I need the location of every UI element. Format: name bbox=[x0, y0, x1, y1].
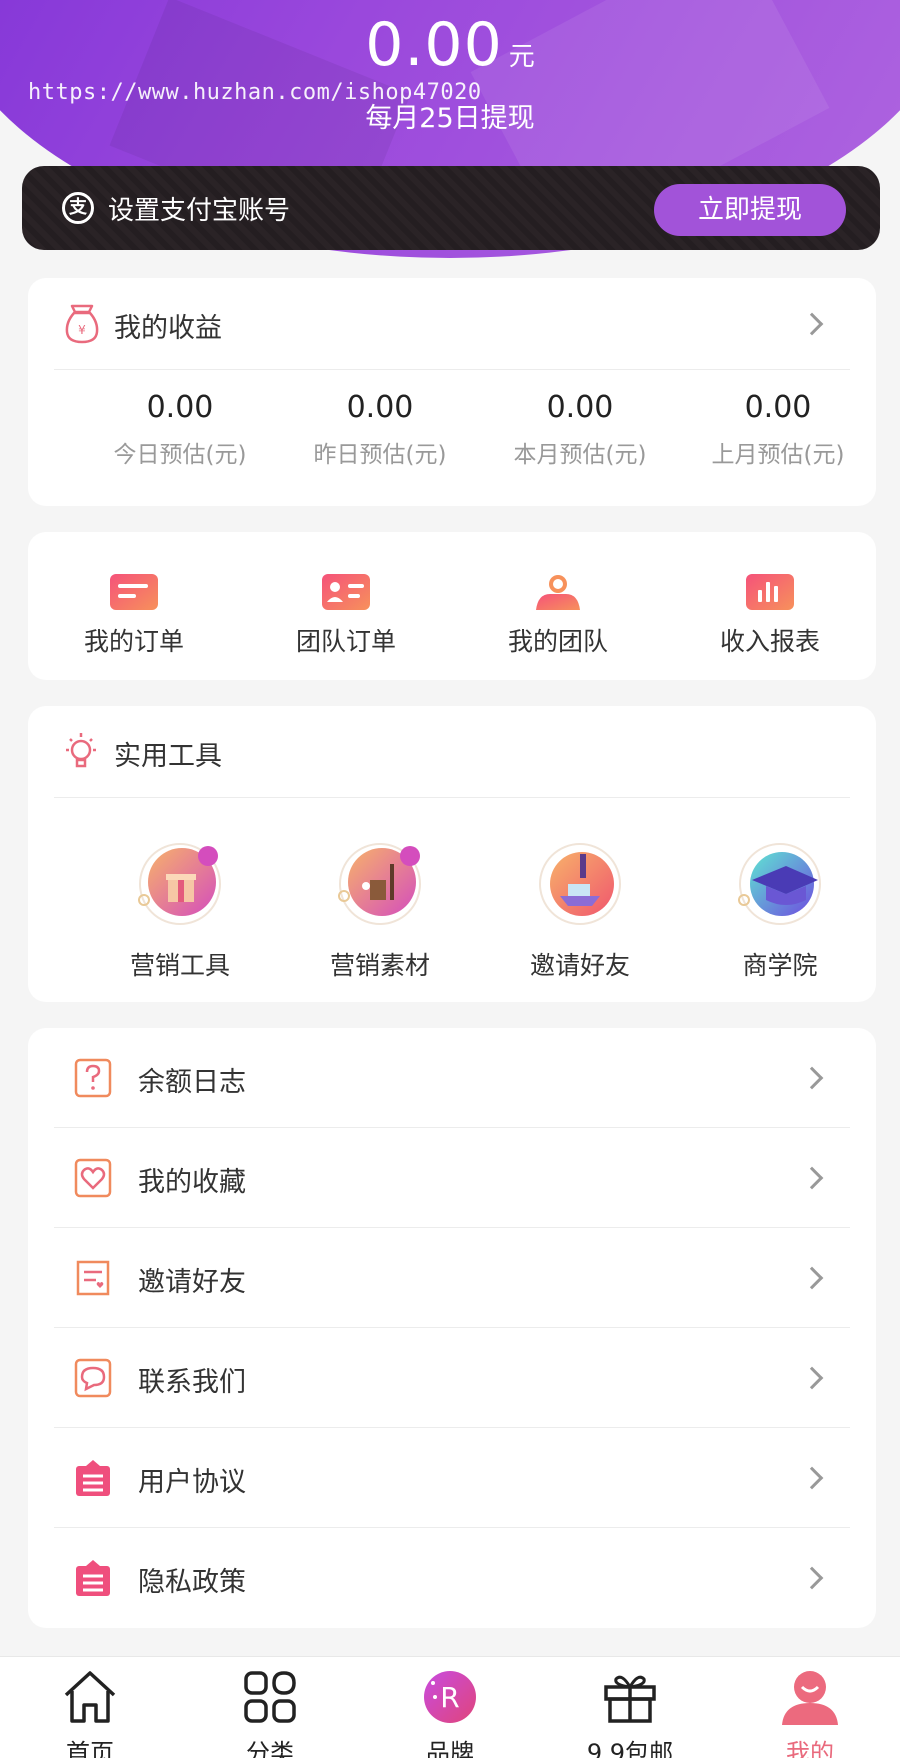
earning-value: 0.00 bbox=[546, 390, 614, 425]
tool-invite-friends[interactable]: 邀请好友 bbox=[480, 834, 680, 982]
chevron-right-icon bbox=[800, 1066, 824, 1090]
lightbulb-icon bbox=[66, 733, 96, 768]
alipay-icon: 支 bbox=[62, 192, 94, 224]
alipay-setup-label: 设置支付宝账号 bbox=[108, 196, 291, 226]
tool-business-school[interactable]: 商学院 bbox=[680, 834, 880, 982]
watermark: https://www.huzhan.com/ishop47020 bbox=[28, 80, 482, 105]
home-icon bbox=[64, 1671, 116, 1723]
earning-label: 昨日预估(元) bbox=[313, 442, 447, 468]
tool-label: 营销素材 bbox=[329, 951, 430, 980]
quick-links-card: 我的订单 团队订单 我的团队 收入报表 bbox=[28, 532, 876, 680]
tab-category[interactable]: 分类 bbox=[180, 1657, 360, 1758]
svg-text:¥: ¥ bbox=[78, 323, 86, 337]
order-icon bbox=[110, 574, 158, 610]
tools-title: 实用工具 bbox=[114, 741, 222, 772]
heart-icon bbox=[74, 1158, 112, 1198]
quick-link-label: 我的订单 bbox=[83, 627, 184, 656]
tool-label: 商学院 bbox=[742, 951, 818, 980]
menu-item-invite-friends[interactable]: 邀请好友 bbox=[54, 1228, 850, 1328]
tab-free-shipping[interactable]: 9.9包邮 bbox=[540, 1657, 720, 1758]
bottom-tab-bar: 首页 分类 R 品牌 9.9包邮 我的 bbox=[0, 1656, 900, 1758]
tab-brand[interactable]: R 品牌 bbox=[360, 1657, 540, 1758]
svg-text:R: R bbox=[440, 1681, 459, 1714]
earnings-card: ¥ 我的收益 0.00 今日预估(元) 0.00 昨日预估(元) 0.00 本月… bbox=[28, 278, 876, 506]
invite-illustration-icon bbox=[539, 843, 621, 925]
menu-item-privacy-policy[interactable]: 隐私政策 bbox=[54, 1528, 850, 1628]
tab-label: 我的 bbox=[786, 1739, 834, 1758]
menu-item-balance-log[interactable]: 余额日志 bbox=[54, 1028, 850, 1128]
balance-unit: 元 bbox=[508, 42, 535, 72]
menu-item-label: 用户协议 bbox=[138, 1467, 246, 1498]
team-icon bbox=[536, 575, 580, 610]
balance-amount: 0.00 bbox=[365, 10, 503, 80]
profile-icon bbox=[782, 1671, 838, 1725]
menu-item-label: 余额日志 bbox=[138, 1067, 246, 1098]
category-icon bbox=[244, 1671, 296, 1723]
gift-illustration-icon bbox=[138, 843, 221, 925]
report-icon bbox=[746, 574, 794, 610]
earning-label: 本月预估(元) bbox=[513, 442, 647, 468]
graduation-cap-icon bbox=[738, 843, 821, 925]
quick-link-my-orders[interactable]: 我的订单 bbox=[28, 572, 240, 658]
tab-label: 品牌 bbox=[426, 1739, 474, 1758]
quick-link-my-team[interactable]: 我的团队 bbox=[452, 572, 664, 658]
chevron-right-icon bbox=[800, 1266, 824, 1290]
menu-list-card: 余额日志 我的收藏 邀请好友 联系我们 用户协议 隐私政策 bbox=[28, 1028, 876, 1628]
earnings-title: 我的收益 bbox=[114, 313, 222, 344]
quick-link-label: 团队订单 bbox=[295, 627, 396, 656]
team-order-icon bbox=[322, 574, 370, 610]
tool-label: 营销工具 bbox=[129, 951, 230, 980]
tab-label: 首页 bbox=[66, 1739, 114, 1758]
quick-link-team-orders[interactable]: 团队订单 bbox=[240, 572, 452, 658]
agreement-icon bbox=[76, 1460, 110, 1496]
invite-doc-icon bbox=[76, 1260, 110, 1296]
balance-display: 0.00 元 bbox=[0, 10, 900, 80]
tool-marketing-material[interactable]: 营销素材 bbox=[280, 834, 480, 982]
privacy-icon bbox=[76, 1560, 110, 1596]
earning-value: 0.00 bbox=[146, 390, 214, 425]
chevron-right-icon bbox=[800, 1566, 824, 1590]
earning-label: 上月预估(元) bbox=[711, 442, 845, 468]
alipay-bar[interactable]: 支 设置支付宝账号 立即提现 bbox=[22, 166, 880, 250]
earning-value: 0.00 bbox=[744, 390, 812, 425]
tab-label: 9.9包邮 bbox=[586, 1739, 674, 1758]
earning-value: 0.00 bbox=[346, 390, 414, 425]
chevron-right-icon bbox=[800, 312, 824, 336]
withdraw-button[interactable]: 立即提现 bbox=[654, 184, 846, 236]
menu-item-label: 隐私政策 bbox=[138, 1567, 246, 1598]
chevron-right-icon bbox=[800, 1166, 824, 1190]
menu-item-contact-us[interactable]: 联系我们 bbox=[54, 1328, 850, 1428]
earning-today: 0.00 今日预估(元) bbox=[80, 390, 280, 469]
gift-icon bbox=[604, 1675, 656, 1723]
quick-link-income-report[interactable]: 收入报表 bbox=[664, 572, 876, 658]
earning-this-month: 0.00 本月预估(元) bbox=[480, 390, 680, 469]
brand-icon: R bbox=[424, 1671, 476, 1723]
quick-link-label: 我的团队 bbox=[507, 627, 608, 656]
question-icon bbox=[74, 1058, 112, 1098]
tools-card: 实用工具 营销工具 营销素材 邀请好友 商学院 bbox=[28, 706, 876, 1002]
tab-label: 分类 bbox=[246, 1739, 294, 1758]
menu-item-label: 我的收藏 bbox=[138, 1167, 246, 1198]
earning-last-month: 0.00 上月预估(元) bbox=[678, 390, 878, 469]
menu-item-label: 联系我们 bbox=[138, 1367, 246, 1398]
wallet-header: 0.00 元 每月25日提现 https://www.huzhan.com/ish… bbox=[0, 0, 900, 258]
tools-header: 实用工具 bbox=[54, 706, 850, 798]
menu-item-user-agreement[interactable]: 用户协议 bbox=[54, 1428, 850, 1528]
chevron-right-icon bbox=[800, 1366, 824, 1390]
menu-item-favorites[interactable]: 我的收藏 bbox=[54, 1128, 850, 1228]
earning-label: 今日预估(元) bbox=[113, 442, 247, 468]
chevron-right-icon bbox=[800, 1466, 824, 1490]
earnings-header[interactable]: ¥ 我的收益 bbox=[54, 278, 850, 370]
material-illustration-icon bbox=[338, 843, 421, 925]
chat-icon bbox=[74, 1358, 112, 1398]
money-bag-icon: ¥ bbox=[65, 304, 99, 344]
tool-label: 邀请好友 bbox=[529, 951, 630, 980]
tab-profile[interactable]: 我的 bbox=[720, 1657, 900, 1758]
tool-marketing-tools[interactable]: 营销工具 bbox=[80, 834, 280, 982]
menu-item-label: 邀请好友 bbox=[138, 1267, 246, 1298]
quick-link-label: 收入报表 bbox=[719, 627, 820, 656]
earning-yesterday: 0.00 昨日预估(元) bbox=[280, 390, 480, 469]
tab-home[interactable]: 首页 bbox=[0, 1657, 180, 1758]
